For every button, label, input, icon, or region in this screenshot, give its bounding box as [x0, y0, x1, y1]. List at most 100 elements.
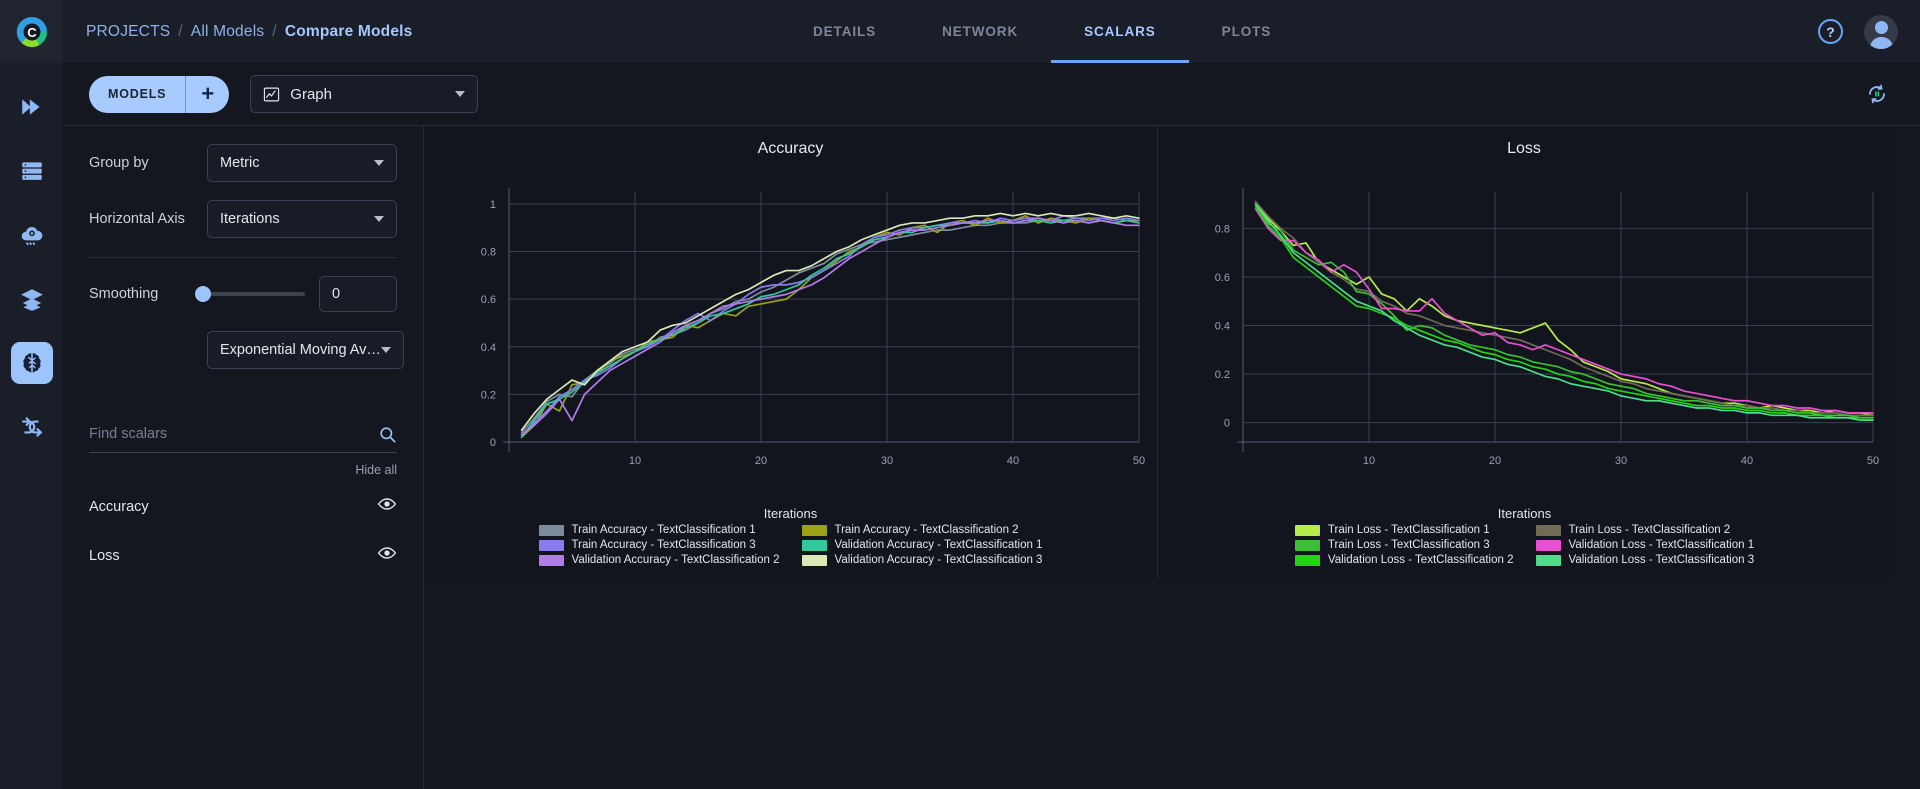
- app-root: C PROJECTS / All Models / Compare Models…: [0, 0, 1920, 789]
- legend-label: Validation Loss - TextClassification 1: [1569, 539, 1755, 551]
- hyper-datasets-icon: [19, 222, 45, 248]
- graph-type-value: Graph: [290, 86, 455, 103]
- legend-axis-title: Iterations: [1498, 506, 1551, 521]
- svg-text:0: 0: [1224, 418, 1230, 430]
- chevron-down-icon: [374, 216, 384, 222]
- line-chart-icon: [263, 86, 280, 103]
- legend-axis-title: Iterations: [764, 506, 817, 521]
- legend-item[interactable]: Validation Loss - TextClassification 2: [1295, 554, 1514, 566]
- chart-card-loss: Loss 00.20.40.60.81020304050 Iterations …: [1157, 126, 1890, 578]
- scalar-name: Loss: [89, 548, 120, 564]
- smoothing-slider[interactable]: [197, 292, 305, 296]
- svg-text:40: 40: [1741, 455, 1753, 467]
- group-by-label: Group by: [89, 155, 207, 171]
- legend-item[interactable]: Train Accuracy - TextClassification 3: [539, 539, 780, 551]
- svg-text:10: 10: [629, 455, 641, 467]
- legend-label: Train Accuracy - TextClassification 3: [572, 539, 756, 551]
- app-logo[interactable]: C: [0, 0, 63, 63]
- legend-color-swatch: [802, 555, 827, 566]
- legend-item[interactable]: Train Loss - TextClassification 1: [1295, 524, 1514, 536]
- help-icon[interactable]: ?: [1818, 19, 1843, 44]
- breadcrumb-item-projects[interactable]: PROJECTS: [86, 23, 170, 41]
- horizontal-axis-row: Horizontal Axis Iterations: [63, 200, 423, 238]
- sidebar-item-workflows[interactable]: [11, 406, 53, 448]
- accuracy-plot[interactable]: 00.20.40.60.811020304050: [424, 174, 1157, 484]
- legend-item[interactable]: Validation Accuracy - TextClassification…: [802, 554, 1043, 566]
- svg-text:0.6: 0.6: [481, 294, 496, 306]
- legend-color-swatch: [802, 525, 827, 536]
- svg-text:20: 20: [755, 455, 767, 467]
- scalars-search-row: [89, 416, 397, 452]
- legend-item[interactable]: Train Accuracy - TextClassification 2: [802, 524, 1043, 536]
- horizontal-axis-select[interactable]: Iterations: [207, 200, 397, 238]
- sidebar-item-pipelines[interactable]: [11, 86, 53, 128]
- breadcrumb-item-compare-models[interactable]: Compare Models: [285, 23, 413, 41]
- smoothing-value-input[interactable]: 0: [319, 276, 397, 312]
- breadcrumb-separator: /: [272, 23, 277, 41]
- group-by-select[interactable]: Metric: [207, 144, 397, 182]
- models-icon: [19, 350, 45, 376]
- legend-color-swatch: [539, 555, 564, 566]
- legend-item[interactable]: Validation Loss - TextClassification 3: [1536, 554, 1755, 566]
- legend-color-swatch: [1295, 540, 1320, 551]
- legend-label: Validation Loss - TextClassification 2: [1328, 554, 1514, 566]
- legend-item[interactable]: Validation Accuracy - TextClassification…: [802, 539, 1043, 551]
- eye-icon[interactable]: [377, 494, 397, 519]
- tab-network[interactable]: NETWORK: [909, 0, 1051, 63]
- svg-text:0.4: 0.4: [1215, 320, 1230, 332]
- chevron-down-icon: [374, 160, 384, 166]
- workflows-icon: [19, 414, 45, 440]
- sidebar-item-models[interactable]: [11, 342, 53, 384]
- datasets-icon: [19, 158, 45, 184]
- smoothing-row: Smoothing 0: [63, 276, 423, 312]
- legend-label: Validation Accuracy - TextClassification…: [572, 554, 780, 566]
- loss-plot[interactable]: 00.20.40.60.81020304050: [1158, 174, 1891, 484]
- graph-type-select[interactable]: Graph: [250, 75, 478, 113]
- legend-color-swatch: [1536, 555, 1561, 566]
- avatar-head-icon: [1875, 21, 1888, 34]
- tab-details[interactable]: DETAILS: [780, 0, 909, 63]
- chart-title: Loss: [1158, 140, 1890, 158]
- tab-scalars[interactable]: SCALARS: [1051, 0, 1189, 63]
- search-input[interactable]: [89, 426, 378, 442]
- scalar-list-item-loss[interactable]: Loss: [63, 536, 423, 575]
- add-model-button[interactable]: +: [186, 76, 229, 113]
- svg-text:0.6: 0.6: [1215, 272, 1230, 284]
- svg-text:0.4: 0.4: [481, 342, 496, 354]
- settings-divider: [89, 257, 397, 258]
- legend-color-swatch: [1536, 540, 1561, 551]
- hide-all-button[interactable]: Hide all: [89, 463, 397, 477]
- legend-grid: Train Loss - TextClassification 1 Train L…: [1295, 524, 1754, 566]
- avatar[interactable]: [1864, 15, 1898, 49]
- search-icon[interactable]: [378, 425, 397, 444]
- legend-item[interactable]: Validation Loss - TextClassification 1: [1536, 539, 1755, 551]
- models-selector[interactable]: MODELS +: [89, 76, 229, 113]
- smoothing-slider-knob[interactable]: [195, 286, 211, 302]
- settings-panel: Group by Metric Horizontal Axis Iteratio…: [63, 126, 424, 789]
- svg-text:1: 1: [490, 199, 496, 211]
- svg-text:0.2: 0.2: [481, 389, 496, 401]
- tab-plots[interactable]: PLOTS: [1189, 0, 1305, 63]
- svg-text:30: 30: [881, 455, 893, 467]
- chart-title: Accuracy: [424, 140, 1157, 158]
- toolbar: MODELS + Graph: [63, 63, 1920, 126]
- smoothing-type-select[interactable]: Exponential Moving Av…: [207, 331, 404, 369]
- sidebar-item-layers[interactable]: [11, 278, 53, 320]
- scalar-list-item-accuracy[interactable]: Accuracy: [63, 487, 423, 526]
- sidebar-item-datasets[interactable]: [11, 150, 53, 192]
- avatar-body-icon: [1870, 37, 1893, 49]
- sidebar-item-hyper-datasets[interactable]: [11, 214, 53, 256]
- legend-item[interactable]: Train Loss - TextClassification 2: [1536, 524, 1755, 536]
- svg-text:30: 30: [1615, 455, 1627, 467]
- legend-item[interactable]: Train Loss - TextClassification 3: [1295, 539, 1514, 551]
- legend-label: Train Loss - TextClassification 3: [1328, 539, 1490, 551]
- legend-item[interactable]: Validation Accuracy - TextClassification…: [539, 554, 780, 566]
- legend-item[interactable]: Train Accuracy - TextClassification 1: [539, 524, 780, 536]
- svg-text:20: 20: [1489, 455, 1501, 467]
- auto-refresh-button[interactable]: [1864, 81, 1890, 107]
- breadcrumb-item-all-models[interactable]: All Models: [191, 23, 265, 41]
- horizontal-axis-label: Horizontal Axis: [89, 211, 207, 227]
- eye-icon[interactable]: [377, 543, 397, 568]
- legend-label: Validation Accuracy - TextClassification…: [835, 539, 1043, 551]
- chart-legend: Iterations Train Accuracy - TextClassifi…: [424, 506, 1157, 566]
